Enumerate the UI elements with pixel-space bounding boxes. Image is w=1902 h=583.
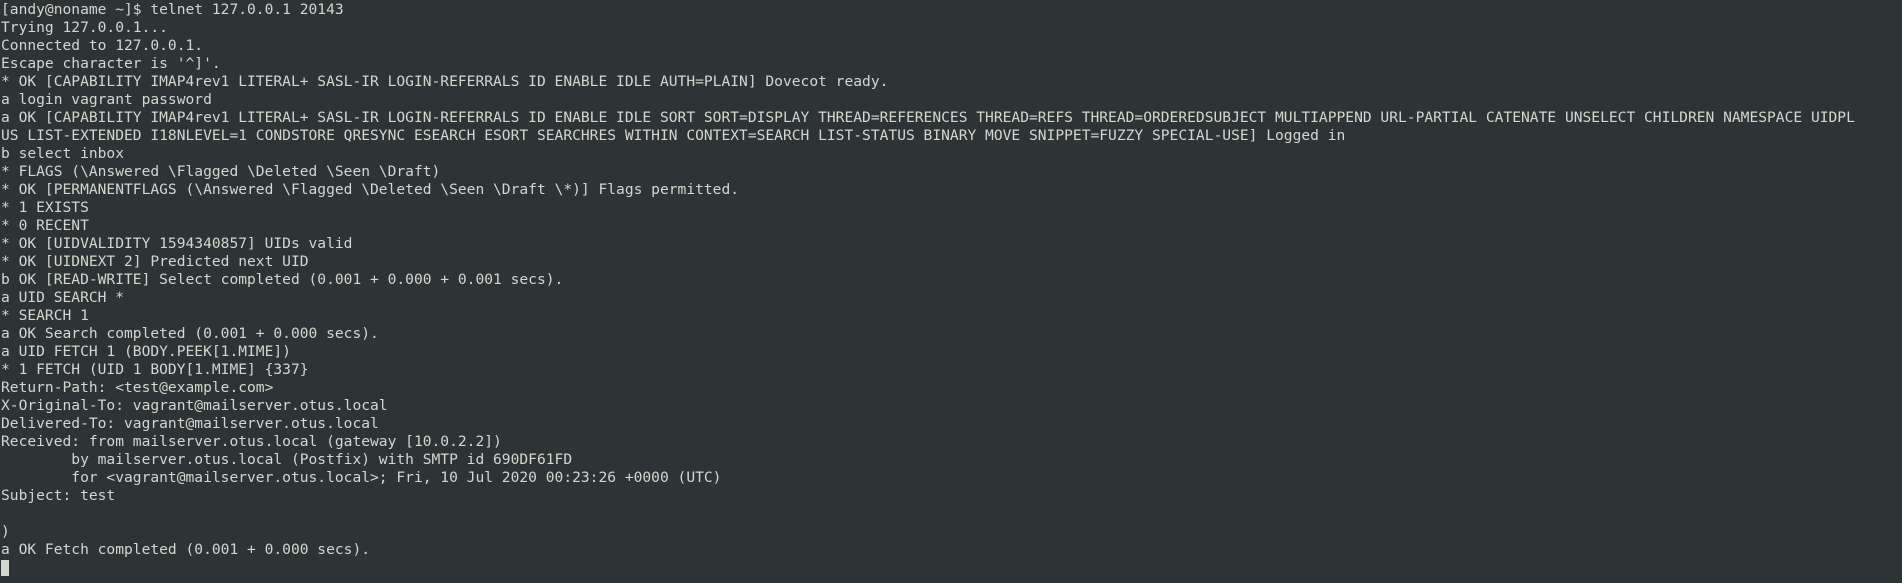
terminal-input-line[interactable] — [1, 559, 1902, 577]
terminal-line: Delivered-To: vagrant@mailserver.otus.lo… — [1, 415, 379, 432]
terminal-line: a UID FETCH 1 (BODY.PEEK[1.MIME]) — [1, 343, 291, 360]
terminal-line: * 0 RECENT — [1, 217, 89, 234]
terminal-line: a OK Fetch completed (0.001 + 0.000 secs… — [1, 541, 371, 558]
terminal-line: for <vagrant@mailserver.otus.local>; Fri… — [1, 469, 722, 486]
terminal-line: * SEARCH 1 — [1, 307, 89, 324]
terminal-line: Return-Path: <test@example.com> — [1, 379, 274, 396]
terminal-line: * OK [UIDNEXT 2] Predicted next UID — [1, 253, 309, 270]
terminal-line: * 1 EXISTS — [1, 199, 89, 216]
terminal-line: * OK [CAPABILITY IMAP4rev1 LITERAL+ SASL… — [1, 73, 889, 90]
terminal-line: a OK Search completed (0.001 + 0.000 sec… — [1, 325, 379, 342]
terminal-line: US LIST-EXTENDED I18NLEVEL=1 CONDSTORE Q… — [1, 127, 1346, 144]
terminal-window[interactable]: [andy@noname ~]$ telnet 127.0.0.1 20143 … — [0, 0, 1902, 583]
terminal-line: Subject: test — [1, 487, 116, 504]
terminal-line: b OK [READ-WRITE] Select completed (0.00… — [1, 271, 564, 288]
terminal-line: X-Original-To: vagrant@mailserver.otus.l… — [1, 397, 388, 414]
terminal-line: * 1 FETCH (UID 1 BODY[1.MIME] {337} — [1, 361, 309, 378]
terminal-line: * OK [PERMANENTFLAGS (\Answered \Flagged… — [1, 181, 740, 198]
terminal-line: Connected to 127.0.0.1. — [1, 37, 204, 54]
terminal-line: Trying 127.0.0.1... — [1, 19, 168, 36]
terminal-line: Escape character is '^]'. — [1, 55, 221, 72]
terminal-line: a UID SEARCH * — [1, 289, 125, 306]
terminal-line: Received: from mailserver.otus.local (ga… — [1, 433, 502, 450]
terminal-line: a OK [CAPABILITY IMAP4rev1 LITERAL+ SASL… — [1, 109, 1855, 126]
terminal-line: ) — [1, 523, 10, 540]
terminal-line: a login vagrant password — [1, 91, 212, 108]
terminal-line: [andy@noname ~]$ telnet 127.0.0.1 20143 — [1, 1, 344, 18]
text-cursor — [1, 560, 9, 576]
terminal-line: b select inbox — [1, 145, 125, 162]
terminal-line: by mailserver.otus.local (Postfix) with … — [1, 451, 573, 468]
terminal-line: * FLAGS (\Answered \Flagged \Deleted \Se… — [1, 163, 441, 180]
terminal-line: * OK [UIDVALIDITY 1594340857] UIDs valid — [1, 235, 353, 252]
